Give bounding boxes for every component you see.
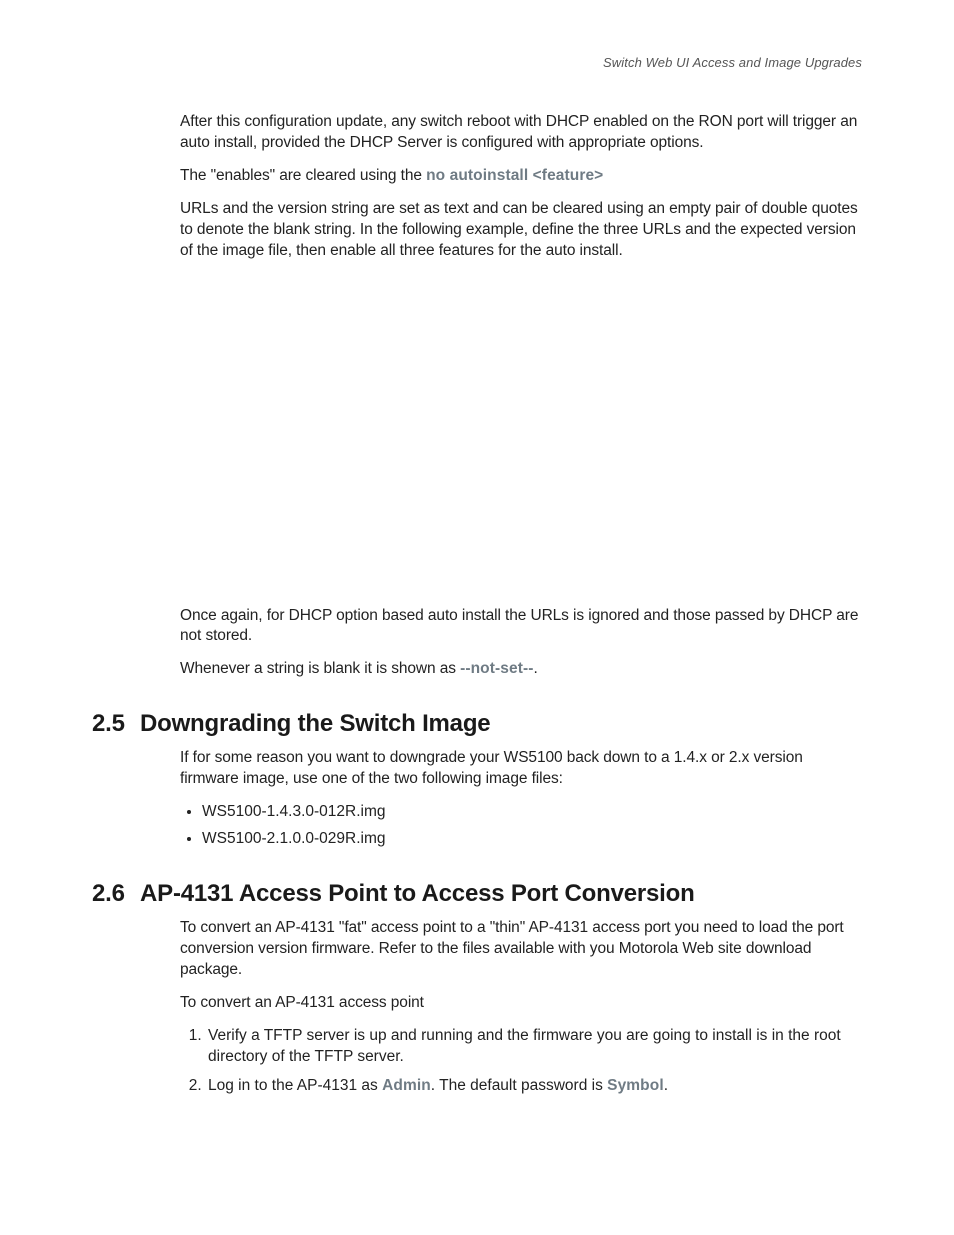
intro-block: After this configuration update, any swi… [180,112,862,262]
text-run: . [534,660,538,677]
inline-keyword: no autoinstall <feature> [426,167,603,184]
section-heading-2-6: 2.6 AP-4131 Access Point to Access Port … [92,880,862,908]
text-run: Log in to the AP-4131 as [208,1077,382,1094]
paragraph: If for some reason you want to downgrade… [180,748,862,790]
text-run: . The default password is [431,1077,607,1094]
paragraph: The "enables" are cleared using the no a… [180,166,862,187]
list-item: Verify a TFTP server is up and running a… [206,1026,862,1068]
text-run: Whenever a string is blank it is shown a… [180,660,460,677]
paragraph: Once again, for DHCP option based auto i… [180,606,862,648]
section-heading-2-5: 2.5 Downgrading the Switch Image [92,710,862,738]
paragraph: URLs and the version string are set as t… [180,199,862,262]
section-number: 2.5 [92,710,140,738]
example-placeholder [92,274,862,606]
list-item: Log in to the AP-4131 as Admin. The defa… [206,1076,862,1097]
section-title: AP-4131 Access Point to Access Port Conv… [140,880,862,908]
section-number: 2.6 [92,880,140,908]
list-item: WS5100-2.1.0.0-029R.img [202,829,862,850]
text-run: The "enables" are cleared using the [180,167,426,184]
paragraph: After this configuration update, any swi… [180,112,862,154]
inline-keyword: --not-set-- [460,660,533,677]
section-2-6-body: To convert an AP-4131 "fat" access point… [180,918,862,1096]
ordered-steps: Verify a TFTP server is up and running a… [180,1026,862,1097]
post-example-block: Once again, for DHCP option based auto i… [180,606,862,681]
bullet-list: WS5100-1.4.3.0-012R.img WS5100-2.1.0.0-0… [180,802,862,850]
inline-keyword: Symbol [607,1077,664,1094]
paragraph: Whenever a string is blank it is shown a… [180,659,862,680]
list-item: WS5100-1.4.3.0-012R.img [202,802,862,823]
document-page: Switch Web UI Access and Image Upgrades … [0,0,954,1235]
paragraph: To convert an AP-4131 "fat" access point… [180,918,862,981]
section-title: Downgrading the Switch Image [140,710,862,738]
paragraph: To convert an AP-4131 access point [180,993,862,1014]
section-2-5-body: If for some reason you want to downgrade… [180,748,862,850]
text-run: . [664,1077,668,1094]
inline-keyword: Admin [382,1077,431,1094]
running-header: Switch Web UI Access and Image Upgrades [92,55,862,70]
